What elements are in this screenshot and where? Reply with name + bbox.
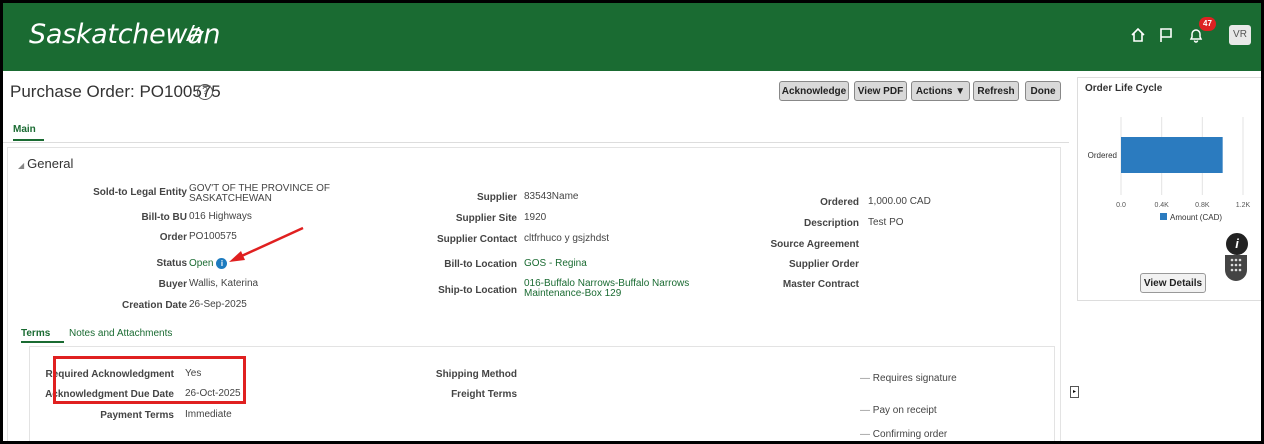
value-payment-terms: Immediate — [185, 409, 232, 420]
tab-main[interactable]: Main — [13, 124, 36, 135]
checkbox-pay-on-receipt: — Pay on receipt — [860, 405, 937, 416]
collapse-triangle-icon: ◢ — [18, 161, 25, 170]
app-window: Saskatchewan 47 VR Purchase Order: PO100… — [3, 3, 1261, 441]
label-freight-terms: Freight Terms — [451, 389, 517, 400]
checkbox-confirming-order: — Confirming order — [860, 429, 948, 440]
subtab-active-indicator — [21, 341, 64, 343]
label-creation-date: Creation Date — [121, 300, 187, 311]
chart-tick-label: 0.8K — [1195, 202, 1210, 209]
label-status: Status — [156, 258, 187, 269]
tab-terms[interactable]: Terms — [21, 328, 50, 339]
value-supplier-site: 1920 — [524, 212, 547, 223]
chart-tick-label: 0.4K — [1154, 202, 1169, 209]
value-creation-date: 26-Sep-2025 — [189, 299, 247, 310]
label-bill-to-location: Bill-to Location — [444, 259, 517, 270]
label-ship-to-location: Ship-to Location — [438, 285, 517, 296]
value-description: Test PO — [868, 217, 904, 228]
flag-icon[interactable] — [1158, 27, 1174, 43]
tab-divider — [3, 142, 1069, 143]
acknowledge-button[interactable]: Acknowledge — [779, 81, 849, 101]
label-supplier: Supplier — [476, 192, 517, 203]
highlight-box-annotation — [53, 356, 246, 404]
value-supplier-contact: cltfrhuco y gsjzhdst — [524, 233, 610, 244]
view-pdf-button[interactable]: View PDF — [854, 81, 907, 101]
info-float-icon[interactable]: i — [1225, 232, 1249, 256]
status-link[interactable]: Open — [189, 258, 213, 269]
order-life-cycle-title: Order Life Cycle — [1085, 83, 1163, 94]
info-icon[interactable]: i — [216, 258, 228, 269]
label-source-agreement: Source Agreement — [770, 239, 859, 250]
chart-legend-swatch — [1160, 213, 1167, 220]
value-ordered: 1,000.00 CAD — [868, 196, 931, 207]
label-supplier-site: Supplier Site — [455, 213, 517, 224]
label-sold-to: Sold-to Legal Entity — [93, 187, 187, 198]
chart-tick-label: 1.2K — [1236, 202, 1251, 209]
label-supplier-contact: Supplier Contact — [436, 234, 517, 245]
tab-active-indicator — [13, 139, 44, 141]
value-supplier: 83543Name — [524, 191, 579, 202]
value-bill-to-bu: 016 Highways — [189, 211, 252, 222]
page-title: Purchase Order: PO100575 — [10, 82, 221, 101]
status-value: Open i — [189, 258, 228, 269]
view-details-button[interactable]: View Details — [1140, 273, 1206, 293]
top-bar: Saskatchewan 47 VR — [3, 3, 1261, 71]
user-avatar[interactable]: VR — [1229, 25, 1251, 45]
general-heading[interactable]: ◢ General — [18, 156, 73, 171]
value-sold-to: GOV'T OF THE PROVINCE OF SASKATCHEWAN — [189, 183, 331, 204]
ship-to-location-link[interactable]: 016-Buffalo Narrows-Buffalo Narrows Main… — [524, 279, 689, 299]
bill-to-location-link[interactable]: GOS - Regina — [524, 259, 587, 269]
label-buyer: Buyer — [158, 279, 187, 290]
red-arrow-annotation — [229, 226, 304, 262]
home-icon[interactable] — [1130, 27, 1146, 43]
value-buyer: Wallis, Katerina — [189, 278, 259, 289]
chart-legend-label: Amount (CAD) — [1170, 213, 1222, 222]
tab-notes-attachments[interactable]: Notes and Attachments — [69, 328, 172, 339]
label-shipping-method: Shipping Method — [435, 369, 517, 380]
keypad-dots-icon[interactable] — [1225, 255, 1247, 281]
notification-badge: 47 — [1199, 17, 1216, 31]
actions-menu-button[interactable]: Actions ▼ — [911, 81, 970, 101]
label-order: Order — [159, 232, 187, 243]
wheat-logo-icon — [186, 25, 204, 41]
chart-category-label: Ordered — [1088, 151, 1117, 160]
label-description: Description — [803, 218, 859, 229]
panel-collapse-handle[interactable]: ▸ — [1070, 386, 1079, 398]
chart-bar — [1121, 137, 1223, 173]
done-button[interactable]: Done — [1025, 81, 1061, 101]
label-master-contract: Master Contract — [782, 279, 859, 290]
label-ordered: Ordered — [820, 197, 859, 208]
chart-tick-label: 0.0 — [1116, 202, 1126, 209]
label-payment-terms: Payment Terms — [100, 410, 174, 421]
refresh-button[interactable]: Refresh — [973, 81, 1019, 101]
checkbox-requires-signature: — Requires signature — [860, 373, 957, 384]
help-icon[interactable]: ? — [197, 84, 213, 100]
label-supplier-order: Supplier Order — [788, 259, 859, 270]
label-bill-to-bu: Bill-to BU — [141, 212, 187, 223]
